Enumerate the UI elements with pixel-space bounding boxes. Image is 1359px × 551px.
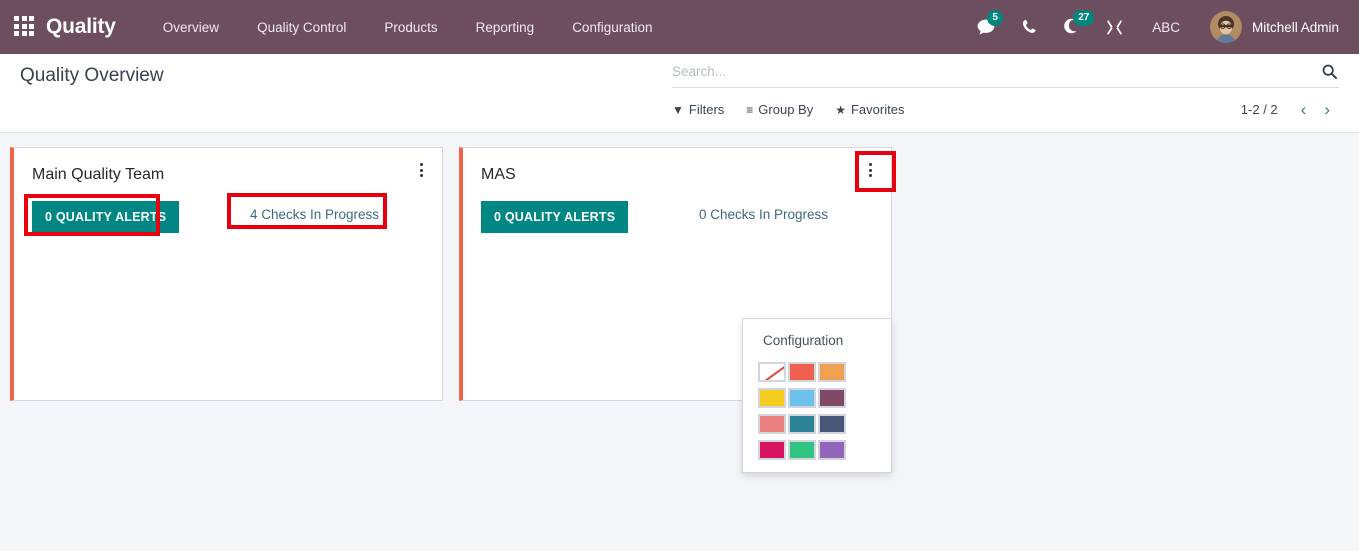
color-swatch-orange[interactable]: [818, 362, 846, 382]
messages-badge: 5: [987, 10, 1004, 26]
activities-badge: 27: [1073, 10, 1095, 26]
color-swatch-purple[interactable]: [818, 440, 846, 460]
card-left-column: 0 QUALITY ALERTS: [481, 201, 699, 234]
card-left-column: 0 QUALITY ALERTS: [32, 201, 250, 234]
dropdown-header-configuration: Configuration: [763, 333, 844, 348]
card-manage-dropdown: Configuration: [742, 318, 892, 473]
group-by-icon: ≡: [746, 102, 754, 117]
user-menu[interactable]: Mitchell Admin: [1196, 0, 1345, 54]
color-swatch-medium-blue[interactable]: [788, 414, 816, 434]
color-swatch-dark-blue[interactable]: [818, 414, 846, 434]
group-by-label: Group By: [758, 102, 814, 117]
card-title: MAS: [481, 166, 516, 183]
user-name: Mitchell Admin: [1251, 19, 1339, 35]
filters-button[interactable]: ▼ Filters: [672, 102, 724, 117]
filters-label: Filters: [688, 102, 725, 117]
page-title: Quality Overview: [20, 65, 164, 86]
navbar-right-zone: 5 27 ABC Mitchell Admin: [964, 0, 1345, 54]
group-by-button[interactable]: ≡ Group By: [746, 102, 813, 117]
vertical-dots-icon[interactable]: [410, 158, 432, 182]
top-navbar: Quality Overview Quality Control Product…: [0, 0, 1359, 54]
color-swatch-green[interactable]: [788, 440, 816, 460]
app-brand-quality[interactable]: Quality: [46, 15, 116, 39]
card-right-column: 0 Checks In Progress: [699, 201, 828, 224]
menu-item-quality-control[interactable]: Quality Control: [238, 0, 365, 54]
company-switcher[interactable]: ABC: [1136, 0, 1196, 54]
search-input[interactable]: [672, 62, 1320, 81]
wrench-tools-icon[interactable]: [1093, 0, 1136, 54]
menu-item-products[interactable]: Products: [365, 0, 456, 54]
phone-icon[interactable]: [1009, 0, 1050, 54]
kanban-card-main-quality-team[interactable]: Main Quality Team 0 QUALITY ALERTS 4 Che…: [10, 147, 443, 401]
pager-next-button[interactable]: ›: [1315, 101, 1339, 118]
pager: 1-2 / 2 ‹ ›: [1241, 101, 1339, 118]
vertical-dots-icon[interactable]: [859, 158, 881, 182]
color-swatch-fuchsia[interactable]: [758, 440, 786, 460]
search-options: ▼ Filters ≡ Group By ★ Favorites 1-2 / 2…: [672, 101, 1339, 118]
messages-icon[interactable]: 5: [964, 0, 1009, 54]
card-body: 0 QUALITY ALERTS 0 Checks In Progress: [481, 201, 873, 234]
apps-grid-icon[interactable]: [14, 16, 36, 38]
card-body: 0 QUALITY ALERTS 4 Checks In Progress: [32, 201, 424, 234]
search-view: [672, 62, 1339, 88]
control-panel: Quality Overview ▼ Filters ≡ Group By ★: [0, 54, 1359, 133]
card-title: Main Quality Team: [32, 166, 165, 183]
checks-in-progress-link[interactable]: 4 Checks In Progress: [250, 207, 379, 222]
checks-in-progress-link[interactable]: 0 Checks In Progress: [699, 207, 828, 222]
quality-alerts-button[interactable]: 0 QUALITY ALERTS: [32, 201, 180, 234]
kanban-board: Main Quality Team 0 QUALITY ALERTS 4 Che…: [0, 133, 1359, 550]
filter-icon: ▼: [672, 102, 684, 117]
color-swatch-red[interactable]: [788, 362, 816, 382]
color-swatch-dark-purple[interactable]: [818, 388, 846, 408]
search-icon[interactable]: [1320, 64, 1339, 79]
menu-item-configuration[interactable]: Configuration: [553, 0, 671, 54]
pager-count: 1-2 / 2: [1240, 102, 1278, 117]
color-swatch-yellow[interactable]: [758, 388, 786, 408]
avatar: [1209, 11, 1242, 43]
color-swatch-light-blue[interactable]: [788, 388, 816, 408]
pager-previous-button[interactable]: ‹: [1292, 101, 1316, 118]
menu-item-reporting[interactable]: Reporting: [457, 0, 554, 54]
activities-clock-icon[interactable]: 27: [1050, 0, 1095, 54]
color-swatch-salmon-pink[interactable]: [758, 414, 786, 434]
favorites-button[interactable]: ★ Favorites: [835, 102, 904, 117]
search-area: ▼ Filters ≡ Group By ★ Favorites 1-2 / 2…: [672, 62, 1339, 118]
color-picker-grid: [743, 362, 891, 460]
quality-alerts-button[interactable]: 0 QUALITY ALERTS: [481, 201, 629, 234]
favorites-label: Favorites: [850, 102, 905, 117]
card-right-column: 4 Checks In Progress: [250, 201, 379, 224]
color-swatch-no-color[interactable]: [758, 362, 786, 382]
menu-item-overview[interactable]: Overview: [144, 0, 238, 54]
star-icon: ★: [835, 102, 846, 117]
main-menu: Overview Quality Control Products Report…: [144, 0, 672, 54]
